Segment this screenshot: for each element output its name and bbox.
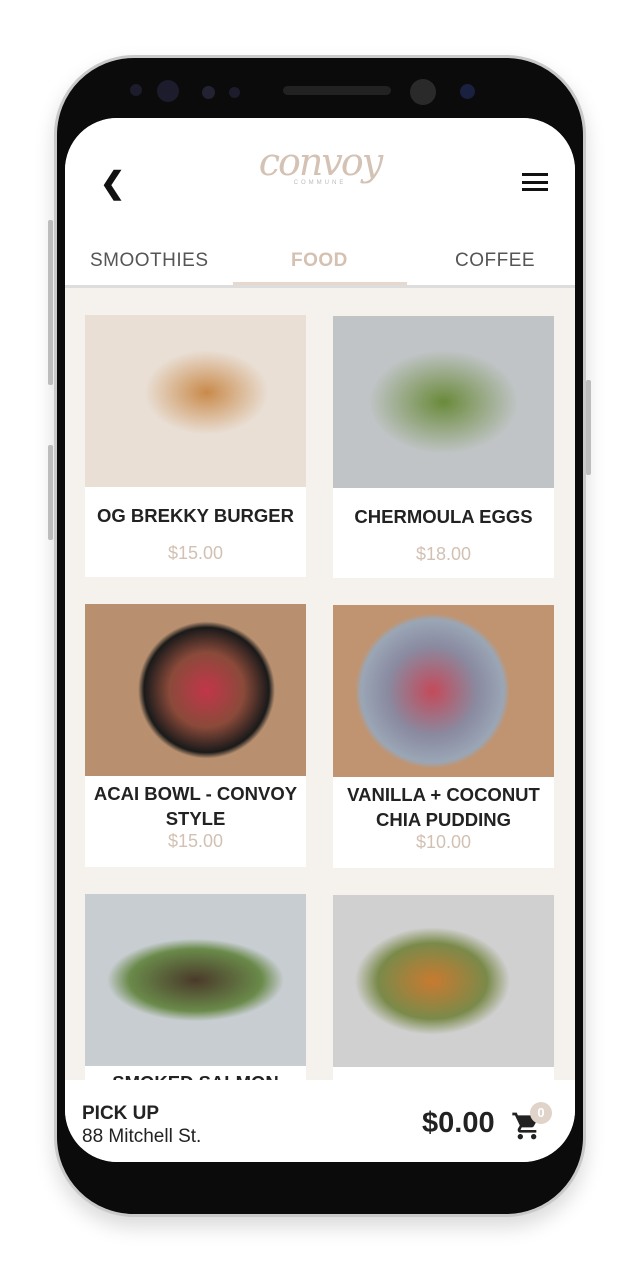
sensor-icon [202, 86, 215, 99]
store-address: 88 Mitchell St. [82, 1126, 202, 1147]
item-price: $10.00 [415, 832, 472, 852]
food-image [85, 604, 306, 776]
item-name: OG BREKKY BURGER [96, 505, 294, 526]
food-image [85, 315, 306, 487]
menu-item-card[interactable]: CHERMOULA EGGS $18.00 [333, 316, 554, 578]
logo: convoy COMMUNE [250, 140, 390, 210]
cart-count-badge: 0 [530, 1102, 552, 1124]
item-price: $18.00 [415, 544, 472, 564]
item-name: VANILLA + COCONUT CHIA PUDDING [347, 784, 540, 830]
menu-grid: OG BREKKY BURGER $15.00 CHERMOULA EGGS $… [65, 288, 575, 1080]
hamburger-icon [522, 173, 548, 191]
sensor-icon [460, 84, 475, 99]
back-button[interactable]: ❮ [100, 166, 125, 201]
chevron-left-icon: ❮ [100, 167, 126, 200]
sensor-icon [157, 80, 179, 102]
cart-total: $0.00 [422, 1107, 495, 1139]
food-image [85, 894, 306, 1066]
food-image [333, 605, 554, 777]
food-image [333, 316, 554, 488]
menu-button[interactable] [522, 173, 548, 191]
front-camera-icon [410, 79, 436, 105]
item-name: CHERMOULA EGGS [354, 506, 533, 527]
tab-smoothies[interactable]: SMOOTHIES [90, 250, 209, 272]
logo-script: convoy [258, 140, 383, 184]
menu-item-card[interactable] [333, 895, 554, 1080]
sensor-icon [229, 87, 240, 98]
menu-item-card[interactable]: OG BREKKY BURGER $15.00 [85, 315, 306, 577]
menu-item-card[interactable]: VANILLA + COCONUT CHIA PUDDING $10.00 [333, 605, 554, 868]
power-button [586, 380, 591, 475]
food-image [333, 895, 554, 1067]
item-price: $15.00 [167, 543, 224, 563]
menu-item-card[interactable]: SMOKED SALMON [85, 894, 306, 1080]
item-price: $15.00 [167, 831, 224, 851]
speaker-grille [283, 86, 391, 95]
menu-item-card[interactable]: ACAI BOWL - CONVOY STYLE $15.00 [85, 604, 306, 867]
sensor-icon [130, 84, 142, 96]
tab-food[interactable]: FOOD [291, 250, 348, 272]
tab-coffee[interactable]: COFFEE [455, 250, 535, 272]
order-mode[interactable]: PICK UP [82, 1103, 159, 1125]
active-tab-indicator [233, 282, 407, 285]
category-tabs: SMOOTHIES FOOD COFFEE [65, 238, 575, 288]
checkout-bar: PICK UP 88 Mitchell St. $0.00 0 [65, 1080, 575, 1162]
side-button [48, 220, 53, 385]
item-name: SMOKED SALMON [85, 1070, 306, 1080]
app-screen: ❮ convoy COMMUNE SMOOTHIES FOOD COFFEE O… [65, 118, 575, 1162]
item-name: ACAI BOWL - CONVOY STYLE [93, 783, 298, 829]
header: ❮ convoy COMMUNE SMOOTHIES FOOD COFFEE [65, 118, 575, 288]
side-button [48, 445, 53, 540]
